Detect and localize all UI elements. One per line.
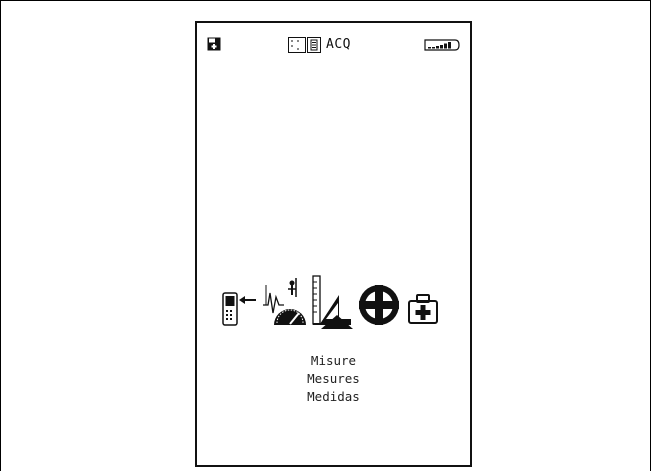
meter-measure-icon[interactable] [262,275,308,327]
battery-icon [424,39,460,51]
floppy-disk-icon[interactable] [207,37,221,51]
label-spanish: Medidas [307,389,360,404]
device-transfer-icon[interactable] [222,291,260,327]
acquisition-mode-icon [288,37,321,53]
selected-item-labels: Misure Mesures Medidas [197,352,470,406]
acquisition-mode-indicator[interactable]: ACQ [288,37,351,53]
label-italian: Misure [310,353,357,368]
label-french: Mesures [307,371,360,386]
status-bar: ACQ [197,23,470,53]
mode-label: ACQ [326,37,351,52]
first-aid-kit-icon[interactable] [407,293,439,325]
crosshair-circle-icon[interactable] [357,283,401,327]
selection-arrow-icon [321,315,353,329]
device-screen: ACQ Misure Mesures Medidas [195,21,472,467]
